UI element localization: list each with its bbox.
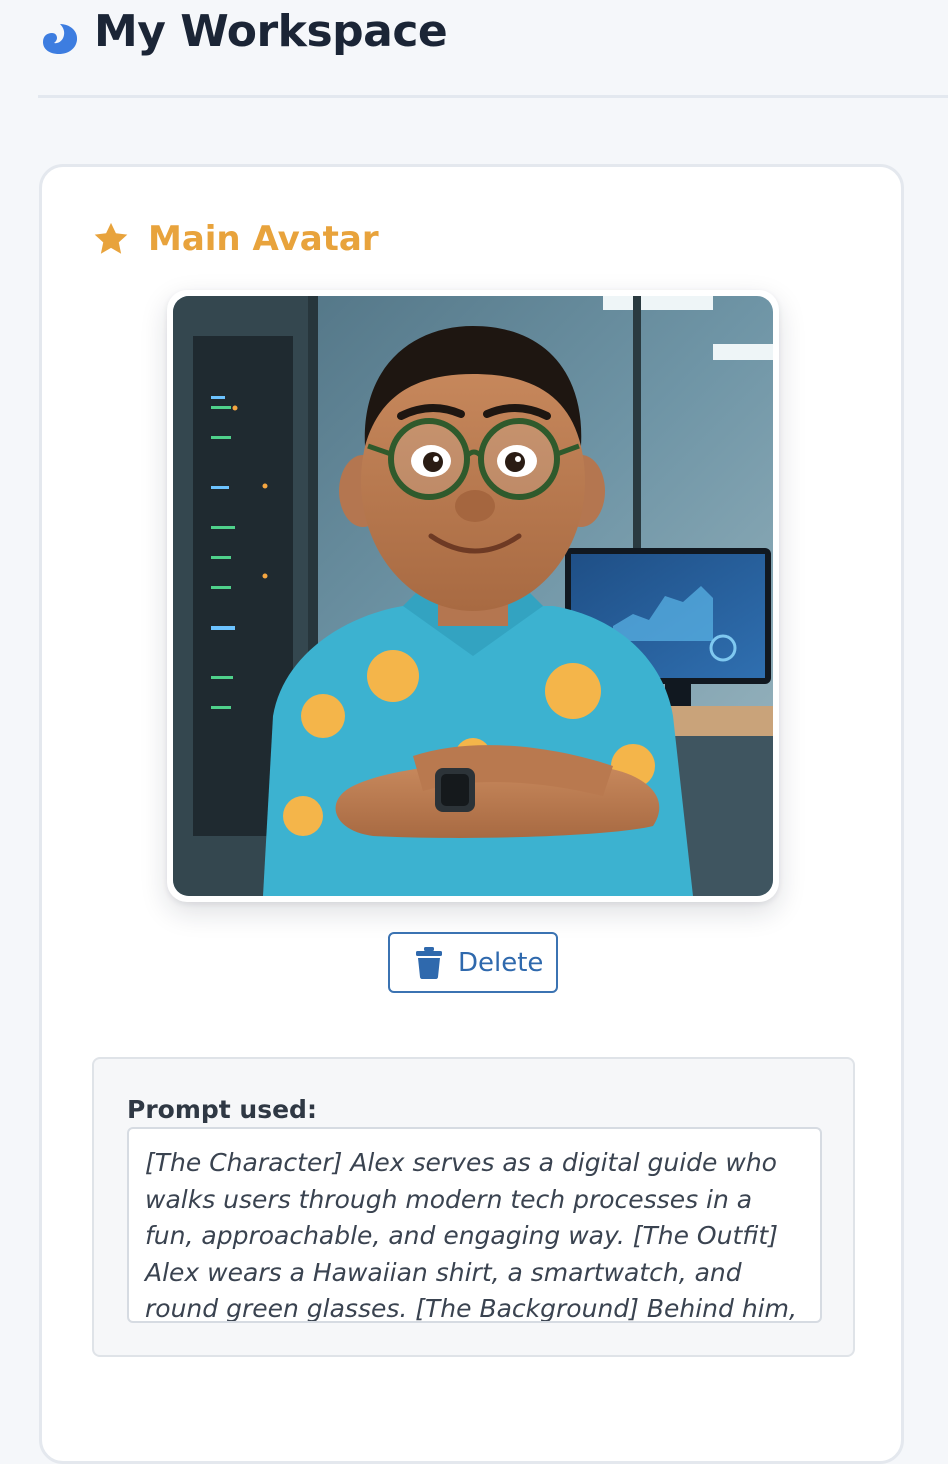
prompt-label: Prompt used:: [127, 1095, 317, 1124]
avatar-frame: [167, 290, 779, 902]
page-title: My Workspace: [94, 6, 448, 57]
star-icon: [94, 222, 128, 254]
avatar-image[interactable]: [173, 296, 773, 896]
section-title: Main Avatar: [148, 219, 379, 259]
avatar-card: Main Avatar Delete Prompt used: [The Cha…: [39, 164, 904, 1464]
section-header: Main Avatar: [92, 217, 379, 261]
page-header: My Workspace: [38, 0, 948, 98]
trash-icon: [416, 946, 442, 979]
app-logo-icon[interactable]: [40, 22, 80, 56]
prompt-textarea[interactable]: [The Character] Alex serves as a digital…: [127, 1127, 822, 1323]
prompt-panel: Prompt used: [The Character] Alex serves…: [92, 1057, 855, 1357]
delete-button[interactable]: Delete: [388, 932, 558, 993]
delete-button-label: Delete: [458, 947, 544, 978]
